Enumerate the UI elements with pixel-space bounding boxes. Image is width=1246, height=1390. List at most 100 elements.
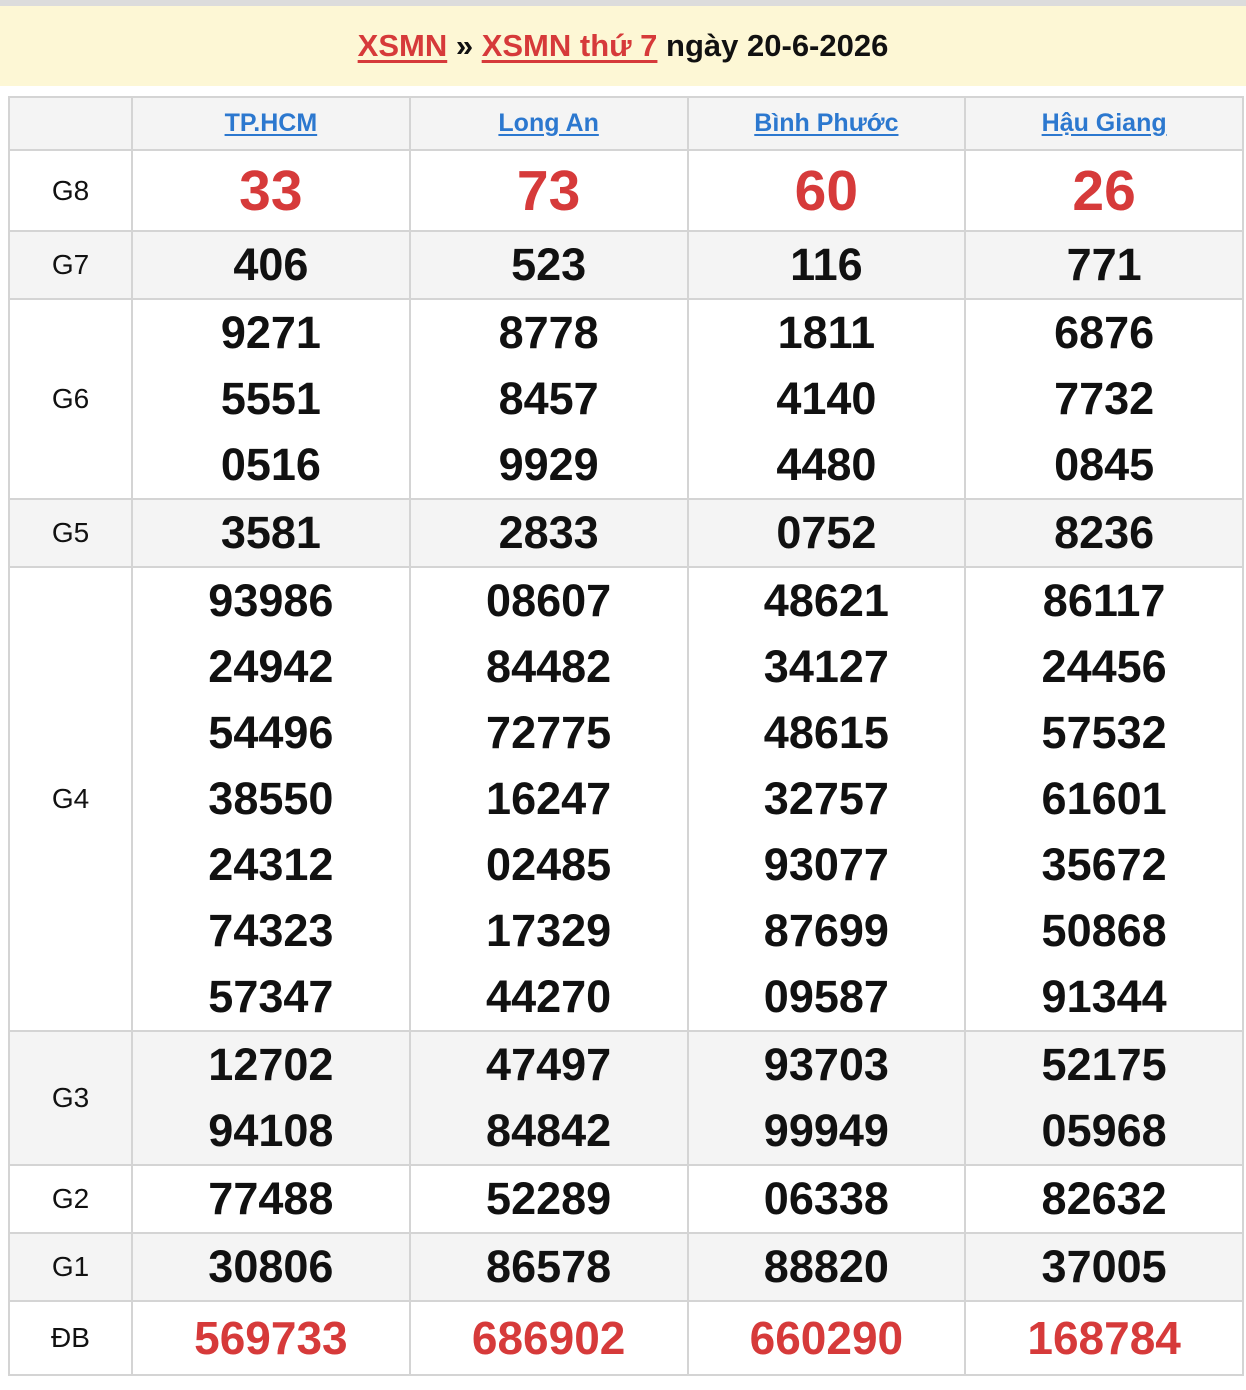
g4-number: 17329 — [486, 905, 612, 956]
prize-label: G6 — [8, 298, 133, 500]
g4-number: 24456 — [1041, 641, 1167, 692]
province-cell: TP.HCM — [131, 96, 411, 151]
g2-number: 77488 — [131, 1164, 411, 1234]
g4-number: 93986 — [208, 575, 334, 626]
g4-cell: 08607 84482 72775 16247 02485 17329 4427… — [408, 566, 689, 1032]
g3-number: 94108 — [208, 1105, 334, 1156]
g4-number: 02485 — [486, 839, 612, 890]
special-prize-number: 569733 — [131, 1300, 411, 1376]
g4-number: 34127 — [763, 641, 889, 692]
g3-cell: 93703 99949 — [686, 1030, 967, 1166]
prize-row-g1: G1 30806 86578 88820 37005 — [8, 1232, 1244, 1302]
province-cell: Bình Phước — [686, 96, 967, 151]
g6-cell: 1811 4140 4480 — [686, 298, 967, 500]
g4-cell: 48621 34127 48615 32757 93077 87699 0958… — [686, 566, 967, 1032]
g6-number: 8457 — [498, 373, 599, 424]
g1-number: 37005 — [964, 1232, 1244, 1302]
g4-number: 08607 — [486, 575, 612, 626]
g3-number: 47497 — [486, 1039, 612, 1090]
g4-number: 09587 — [763, 971, 889, 1022]
g4-number: 57532 — [1041, 707, 1167, 758]
prize-label: G7 — [8, 230, 133, 300]
province-link-long-an[interactable]: Long An — [498, 109, 598, 137]
xsmn-link[interactable]: XSMN — [358, 28, 448, 64]
prize-label: G3 — [8, 1030, 133, 1166]
g6-number: 5551 — [220, 373, 321, 424]
g4-number: 48621 — [763, 575, 889, 626]
prize-row-special: ĐB 569733 686902 660290 168784 — [8, 1300, 1244, 1376]
g3-cell: 47497 84842 — [408, 1030, 689, 1166]
page-header: XSMN » XSMN thứ 7 ngày 20-6-2026 — [0, 6, 1246, 86]
g4-number: 93077 — [763, 839, 889, 890]
province-header-row: TP.HCM Long An Bình Phước Hậu Giang — [8, 96, 1244, 151]
g6-cell: 8778 8457 9929 — [408, 298, 689, 500]
draw-date: ngày 20-6-2026 — [657, 28, 889, 63]
g6-number: 8778 — [498, 307, 599, 358]
g6-cell: 6876 7732 0845 — [964, 298, 1244, 500]
g4-number: 32757 — [763, 773, 889, 824]
special-prize-number: 660290 — [686, 1300, 967, 1376]
g3-number: 93703 — [763, 1039, 889, 1090]
g6-number: 1811 — [777, 307, 876, 358]
province-link-tphcm[interactable]: TP.HCM — [225, 109, 318, 137]
prize-label: ĐB — [8, 1300, 133, 1376]
g7-number: 116 — [686, 230, 967, 300]
g8-number: 33 — [131, 149, 411, 232]
g6-number: 4140 — [776, 373, 877, 424]
g4-number: 72775 — [486, 707, 612, 758]
g1-number: 30806 — [131, 1232, 411, 1302]
province-cell: Long An — [408, 96, 689, 151]
g4-cell: 86117 24456 57532 61601 35672 50868 9134… — [964, 566, 1244, 1032]
g7-number: 771 — [964, 230, 1244, 300]
g3-number: 84842 — [486, 1105, 612, 1156]
g4-number: 24942 — [208, 641, 334, 692]
g3-number: 52175 — [1041, 1039, 1167, 1090]
g4-number: 74323 — [208, 905, 334, 956]
g4-number: 91344 — [1041, 971, 1167, 1022]
province-cell: Hậu Giang — [964, 96, 1244, 151]
g3-number: 12702 — [208, 1039, 334, 1090]
g4-number: 54496 — [208, 707, 334, 758]
g4-number: 50868 — [1041, 905, 1167, 956]
prize-row-g2: G2 77488 52289 06338 82632 — [8, 1164, 1244, 1234]
g5-number: 3581 — [131, 498, 411, 568]
g5-number: 0752 — [686, 498, 967, 568]
g4-number: 44270 — [486, 971, 612, 1022]
g5-number: 8236 — [964, 498, 1244, 568]
prize-label: G5 — [8, 498, 133, 568]
g1-number: 88820 — [686, 1232, 967, 1302]
prize-row-g6: G6 9271 5551 0516 8778 8457 9929 1811 41… — [8, 298, 1244, 500]
g6-number: 9271 — [220, 307, 321, 358]
breadcrumb-separator: » — [447, 28, 482, 63]
prize-label: G1 — [8, 1232, 133, 1302]
g8-number: 60 — [686, 149, 967, 232]
g4-number: 24312 — [208, 839, 334, 890]
g6-number: 6876 — [1054, 307, 1155, 358]
g4-number: 84482 — [486, 641, 612, 692]
xsmn-saturday-link[interactable]: XSMN thứ 7 — [482, 28, 658, 64]
g4-cell: 93986 24942 54496 38550 24312 74323 5734… — [131, 566, 411, 1032]
g6-number: 0845 — [1054, 439, 1155, 490]
g4-number: 48615 — [763, 707, 889, 758]
g3-number: 99949 — [763, 1105, 889, 1156]
g3-cell: 52175 05968 — [964, 1030, 1244, 1166]
g6-cell: 9271 5551 0516 — [131, 298, 411, 500]
g2-number: 52289 — [408, 1164, 689, 1234]
g7-number: 406 — [131, 230, 411, 300]
g4-number: 57347 — [208, 971, 334, 1022]
corner-cell — [8, 96, 133, 151]
prize-row-g5: G5 3581 2833 0752 8236 — [8, 498, 1244, 568]
g3-cell: 12702 94108 — [131, 1030, 411, 1166]
g6-number: 7732 — [1054, 373, 1155, 424]
g2-number: 06338 — [686, 1164, 967, 1234]
results-table: TP.HCM Long An Bình Phước Hậu Giang G8 3… — [8, 96, 1244, 1376]
g6-number: 4480 — [776, 439, 877, 490]
g4-number: 87699 — [763, 905, 889, 956]
g3-number: 05968 — [1041, 1105, 1167, 1156]
prize-label: G8 — [8, 149, 133, 232]
province-link-hau-giang[interactable]: Hậu Giang — [1042, 109, 1167, 137]
prize-row-g8: G8 33 73 60 26 — [8, 149, 1244, 232]
special-prize-number: 168784 — [964, 1300, 1244, 1376]
province-link-binh-phuoc[interactable]: Bình Phước — [754, 109, 898, 137]
prize-row-g7: G7 406 523 116 771 — [8, 230, 1244, 300]
